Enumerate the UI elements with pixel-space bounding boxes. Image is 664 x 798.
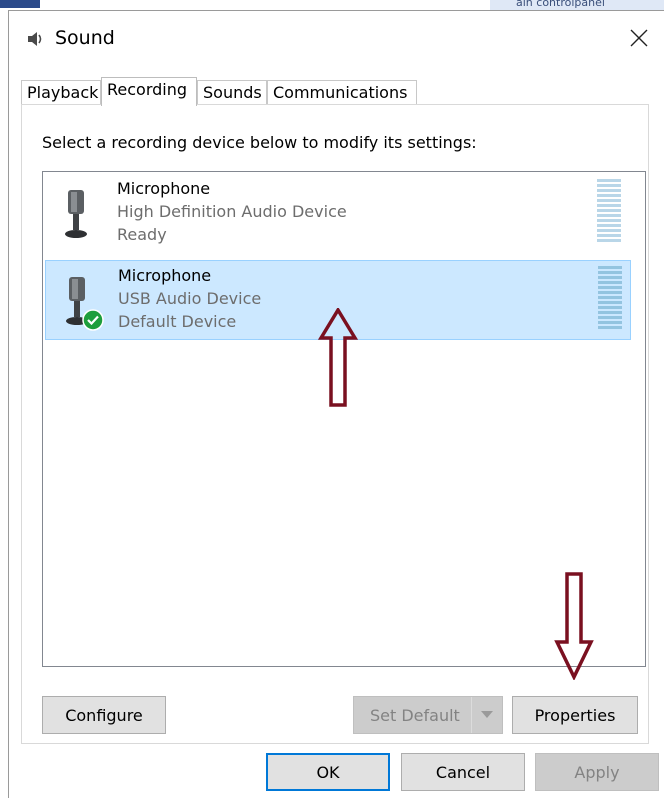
tab-playback[interactable]: Playback xyxy=(21,80,101,105)
sound-dialog: Sound Playback Recording Sounds Communic… xyxy=(8,10,664,798)
device-name: Microphone xyxy=(117,179,211,198)
device-description: High Definition Audio Device xyxy=(117,202,347,221)
title-bar: Sound xyxy=(9,11,664,65)
window-title: Sound xyxy=(55,27,115,49)
recording-device-list[interactable]: Microphone High Definition Audio Device … xyxy=(42,171,646,667)
device-status: Default Device xyxy=(118,312,237,331)
background-address-fragment: ain controlpanel xyxy=(490,0,664,10)
level-meter xyxy=(598,266,622,329)
cancel-button[interactable]: Cancel xyxy=(401,753,525,791)
device-name: Microphone xyxy=(118,266,212,285)
tab-recording[interactable]: Recording xyxy=(101,77,197,106)
device-list-item[interactable]: Microphone High Definition Audio Device … xyxy=(45,174,631,254)
properties-button[interactable]: Properties xyxy=(512,696,638,734)
close-icon xyxy=(630,29,648,47)
microphone-icon xyxy=(65,190,87,238)
close-button[interactable] xyxy=(621,23,657,53)
recording-tab-panel: Select a recording device below to modif… xyxy=(21,104,649,744)
device-description: USB Audio Device xyxy=(118,289,262,308)
background-taskbar-fragment xyxy=(0,0,40,8)
tab-sounds[interactable]: Sounds xyxy=(197,80,267,105)
apply-button[interactable]: Apply xyxy=(535,753,659,791)
background-caption: ain controlpanel xyxy=(516,0,605,9)
chevron-down-icon xyxy=(481,711,493,718)
set-default-dropdown[interactable] xyxy=(471,697,502,733)
speaker-icon xyxy=(28,32,42,46)
configure-button[interactable]: Configure xyxy=(42,696,166,734)
tab-communications[interactable]: Communications xyxy=(267,80,417,105)
set-default-button[interactable]: Set Default xyxy=(353,696,503,734)
ok-button[interactable]: OK xyxy=(266,753,390,791)
set-default-label: Set Default xyxy=(370,706,460,725)
instruction-text: Select a recording device below to modif… xyxy=(42,133,477,152)
device-list-item-selected[interactable]: Microphone USB Audio Device Default Devi… xyxy=(45,260,631,340)
device-status: Ready xyxy=(117,225,167,244)
check-badge-icon xyxy=(82,309,104,331)
level-meter xyxy=(597,179,621,242)
